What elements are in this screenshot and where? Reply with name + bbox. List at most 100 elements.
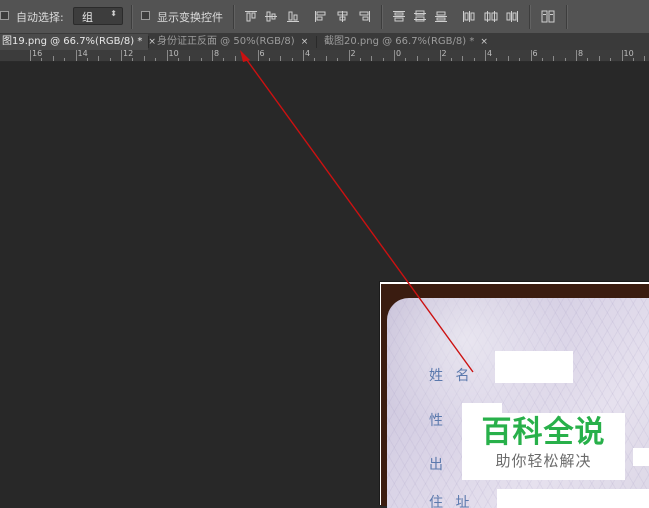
- distribute-top-icon[interactable]: [392, 10, 406, 23]
- toolbar-separator: [529, 5, 530, 29]
- ruler-tick: [394, 50, 395, 61]
- ruler-tick: [462, 56, 464, 61]
- ruler-tick: [496, 58, 498, 61]
- align-right-icon[interactable]: [357, 10, 371, 23]
- ruler-tick: [64, 58, 66, 61]
- ruler-tick: [564, 58, 566, 61]
- watermark-subtitle: 助你轻松解决: [495, 452, 592, 470]
- redaction-name: [495, 351, 573, 383]
- tab-separator: [316, 36, 317, 48]
- close-icon[interactable]: ×: [480, 37, 488, 47]
- align-hcenter-icon[interactable]: [336, 10, 350, 23]
- ruler-tick: [428, 58, 430, 61]
- redaction-birth: [633, 448, 649, 466]
- ruler-tick: [234, 56, 236, 61]
- auto-select-dropdown[interactable]: 组 ⬍: [73, 7, 123, 25]
- ruler-tick: [632, 58, 634, 61]
- align-vcenter-icon[interactable]: [264, 10, 278, 23]
- document-tab-bar: 图19.png @ 66.7%(RGB/8) * × 身份证正反面 @ 50%(R…: [0, 34, 649, 50]
- ruler-tick: [246, 58, 248, 61]
- ruler-label: 16: [32, 49, 43, 58]
- ruler-tick: [507, 56, 509, 61]
- show-transform-label: 显示变换控件: [157, 11, 223, 24]
- card-label-address: 住 址: [429, 495, 474, 508]
- ruler-tick: [325, 56, 327, 61]
- ruler-tick: [166, 50, 168, 61]
- ruler-tick: [223, 58, 225, 61]
- distribute-left-icon[interactable]: [462, 10, 476, 23]
- ruler-tick: [257, 50, 259, 61]
- ruler-tick: [86, 58, 88, 61]
- ruler-tick: [337, 58, 339, 61]
- redaction-address: [497, 489, 649, 508]
- ruler-tick: [610, 58, 612, 61]
- ruler-tick: [485, 50, 486, 61]
- ruler-tick: [473, 58, 475, 61]
- ruler-tick: [132, 58, 134, 61]
- ruler-label: 10: [168, 49, 179, 58]
- ruler-tick: [598, 56, 600, 61]
- ruler-label: 10: [623, 49, 634, 58]
- auto-select-value: 组: [82, 11, 93, 24]
- ruler-tick: [303, 50, 304, 61]
- ruler-tick: [121, 50, 122, 61]
- auto-select-checkbox[interactable]: [0, 11, 9, 20]
- ruler-tick: [200, 58, 202, 61]
- ruler-tick: [621, 50, 623, 61]
- ruler-label: 6: [259, 49, 265, 58]
- ruler-tick: [109, 58, 111, 61]
- ruler-tick: [177, 58, 179, 61]
- toolbar-separator: [566, 5, 567, 29]
- card-label-name: 姓 名: [429, 368, 474, 384]
- horizontal-ruler: 16 14 12 10 8 6 4 2 0 2 4 6 8 10: [0, 49, 649, 62]
- ruler-tick: [416, 56, 418, 61]
- ruler-tick: [382, 58, 384, 61]
- align-bottom-icon[interactable]: [286, 10, 300, 23]
- ruler-tick: [541, 58, 543, 61]
- watermark-logo: 百科全说 助你轻松解决: [462, 413, 625, 480]
- ruler-tick: [143, 56, 145, 61]
- ruler-tick: [348, 50, 350, 61]
- ruler-tick: [41, 58, 43, 61]
- ruler-tick: [30, 50, 31, 61]
- ruler-tick: [268, 58, 270, 61]
- ruler-label: 6: [532, 49, 538, 58]
- ruler-tick: [75, 50, 77, 61]
- distribute-right-icon[interactable]: [505, 10, 519, 23]
- ruler-tick: [98, 56, 100, 61]
- tab-label: 截图20.png @ 66.7%(RGB/8) *: [324, 36, 475, 47]
- toolbar-separator: [381, 5, 382, 29]
- ruler-label: 0: [396, 49, 402, 58]
- ruler-label: 4: [487, 49, 493, 58]
- distribute-hcenter-icon[interactable]: [484, 10, 498, 23]
- ruler-tick: [212, 50, 213, 61]
- ruler-tick: [450, 58, 452, 61]
- distribute-vcenter-icon[interactable]: [413, 10, 427, 23]
- ruler-tick: [519, 58, 521, 61]
- ruler-tick: [291, 58, 293, 61]
- tab-image19[interactable]: 图19.png @ 66.7%(RGB/8) * ×: [0, 34, 156, 50]
- ruler-tick: [439, 50, 441, 61]
- ruler-label: 8: [578, 49, 584, 58]
- distribute-bottom-icon[interactable]: [434, 10, 448, 23]
- align-left-icon[interactable]: [314, 10, 328, 23]
- ruler-tick: [405, 58, 407, 61]
- ruler-tick: [553, 56, 555, 61]
- ruler-tick: [155, 58, 157, 61]
- ruler-tick: [189, 56, 191, 61]
- tab-separator: [148, 36, 149, 48]
- auto-select-label: 自动选择:: [16, 11, 64, 24]
- ruler-tick: [371, 56, 373, 61]
- tab-id-card[interactable]: 身份证正反面 @ 50%(RGB/8) ×: [155, 34, 315, 50]
- show-transform-checkbox[interactable]: [141, 11, 150, 20]
- ruler-label: 14: [77, 49, 88, 58]
- tab-label: 图19.png @ 66.7%(RGB/8) *: [2, 36, 143, 47]
- align-top-icon[interactable]: [244, 10, 258, 23]
- tab-screenshot20[interactable]: 截图20.png @ 66.7%(RGB/8) * ×: [322, 34, 490, 50]
- ruler-label: 4: [305, 49, 311, 58]
- close-icon[interactable]: ×: [301, 37, 309, 47]
- card-label-sex: 性: [429, 413, 447, 429]
- toolbar-separator: [233, 5, 234, 29]
- auto-align-icon[interactable]: [541, 10, 555, 23]
- watermark-title: 百科全说: [481, 415, 606, 450]
